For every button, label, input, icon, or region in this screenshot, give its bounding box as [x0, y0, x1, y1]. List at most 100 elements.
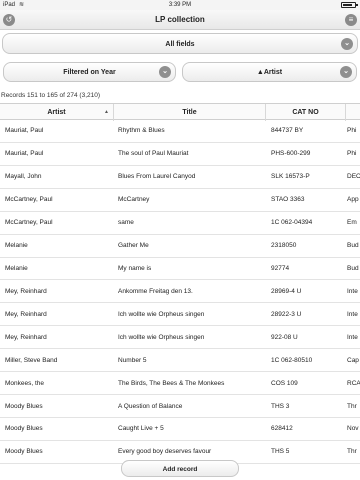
cell-title: Blues From Laurel Canyod	[118, 173, 196, 181]
cell-artist: Mauriat, Paul	[5, 150, 44, 158]
table-header: Artist ▲ Title CAT NO	[0, 103, 360, 121]
cell-cat-no: THS 5	[271, 448, 290, 456]
column-header-cat-no[interactable]: CAT NO	[266, 104, 346, 121]
battery-icon	[341, 2, 358, 8]
cell-cat-no: 28969-4 U	[271, 287, 302, 295]
cell-cat-no: PHS-600-299	[271, 150, 311, 158]
cell-artist: Mayall, John	[5, 173, 42, 181]
cell-artist: Moody Blues	[5, 448, 43, 456]
cell-title: The soul of Paul Mauriat	[118, 150, 189, 158]
table-row[interactable]: Mayall, John Blues From Laurel Canyod SLK …	[0, 166, 360, 189]
cell-cat-no: STAO 3363	[271, 196, 305, 204]
table-row[interactable]: Moody Blues Caught Live + 5 628412 Nov	[0, 418, 360, 441]
column-header-artist[interactable]: Artist ▲	[0, 104, 114, 121]
table-row[interactable]: Mey, Reinhard Ankomme Freitag den 13. 2896…	[0, 280, 360, 304]
cell-cat-no: 92774	[271, 264, 290, 272]
table-row[interactable]: Monkees, the The Birds, The Bees & The Mo…	[0, 372, 360, 396]
cell-title: The Birds, The Bees & The Monkees	[118, 379, 225, 387]
column-header-label: CAT NO	[292, 109, 319, 116]
cell-label: Cap	[347, 356, 359, 364]
cell-cat-no: 28922-3 U	[271, 310, 302, 318]
table-body: Mauriat, Paul Rhythm & Blues 844737 BY Phi M…	[0, 120, 360, 464]
add-record-button[interactable]: Add record	[121, 460, 239, 477]
table-row[interactable]: Mey, Reinhard Ich wollte wie Orpheus sing…	[0, 303, 360, 327]
column-header-label: Artist	[47, 109, 66, 116]
filter-selector[interactable]: Filtered on Year ⌄	[3, 62, 176, 82]
cell-title: same	[118, 219, 134, 227]
search-field-selector[interactable]: All fields ⌄	[2, 33, 358, 54]
cell-label: Inte	[347, 310, 358, 318]
cell-artist: Melanie	[5, 242, 28, 250]
cell-artist: Mey, Reinhard	[5, 310, 47, 318]
cell-label: Phi	[347, 127, 357, 135]
cell-artist: McCartney, Paul	[5, 196, 53, 204]
cell-title: Rhythm & Blues	[118, 127, 165, 135]
nav-bar: ↺ LP collection ≡	[0, 10, 360, 30]
cell-label: App	[347, 196, 359, 204]
table-row[interactable]: Mey, Reinhard Ich wollte wie Orpheus sing…	[0, 326, 360, 350]
table-row[interactable]: Melanie My name is 92774 Bud	[0, 258, 360, 281]
cell-title: Number 5	[118, 356, 147, 364]
cell-title: My name is	[118, 264, 152, 272]
cell-cat-no: 628412	[271, 425, 293, 433]
cell-title: McCartney	[118, 196, 150, 204]
column-header-title[interactable]: Title	[114, 104, 266, 121]
cell-cat-no: 2318050	[271, 242, 297, 250]
table-row[interactable]: Melanie Gather Me 2318050 Bud	[0, 235, 360, 258]
cell-artist: McCartney, Paul	[5, 219, 53, 227]
status-bar: iPad ≋ 3:39 PM	[0, 0, 360, 10]
table-row[interactable]: Mauriat, Paul Rhythm & Blues 844737 BY Phi	[0, 120, 360, 143]
table-row[interactable]: McCartney, Paul McCartney STAO 3363 App	[0, 189, 360, 212]
cell-title: A Question of Balance	[118, 402, 183, 410]
records-table: Artist ▲ Title CAT NO Mauriat, Paul Rhyth…	[0, 103, 360, 464]
table-row[interactable]: Mauriat, Paul The soul of Paul Mauriat PHS…	[0, 143, 360, 166]
chevron-down-icon: ⌄	[341, 37, 353, 50]
cell-cat-no: SLK 16573-P	[271, 173, 310, 181]
cell-label: Thr	[347, 448, 357, 456]
column-header-label-partial[interactable]	[346, 104, 360, 121]
cell-artist: Monkees, the	[5, 379, 45, 387]
cell-artist: Mey, Reinhard	[5, 287, 47, 295]
chevron-down-icon: ⌄	[340, 66, 352, 78]
sort-ascending-icon: ▲	[104, 109, 109, 115]
cell-artist: Mey, Reinhard	[5, 333, 47, 341]
table-row[interactable]: McCartney, Paul same 1C 062-04394 Em	[0, 212, 360, 235]
status-time: 3:39 PM	[168, 2, 192, 8]
cell-title: Ich wollte wie Orpheus singen	[118, 310, 205, 318]
cell-title: Gather Me	[118, 242, 149, 250]
sort-label: ▲Artist	[256, 69, 283, 76]
cell-label: Nov	[347, 425, 359, 433]
cell-title: Ich wollte wie Orpheus singen	[118, 333, 205, 341]
cell-label: DEC	[347, 173, 360, 181]
filter-label: Filtered on Year	[63, 69, 116, 76]
table-row[interactable]: Moody Blues A Question of Balance THS 3 Thr	[0, 395, 360, 418]
cell-title: Caught Live + 5	[118, 425, 164, 433]
cell-cat-no: 1C 062-04394	[271, 219, 313, 227]
chevron-down-icon: ⌄	[159, 66, 171, 78]
cell-label: RCA	[347, 379, 360, 387]
cell-artist: Mauriat, Paul	[5, 127, 44, 135]
cell-label: Phi	[347, 150, 357, 158]
cell-artist: Moody Blues	[5, 402, 43, 410]
cell-label: Inte	[347, 333, 358, 341]
search-field-label: All fields	[165, 41, 195, 48]
cell-label: Em	[347, 219, 357, 227]
records-count: Records 151 to 165 of 274 (3,210)	[1, 92, 101, 99]
cell-cat-no: COS 109	[271, 379, 298, 387]
sort-selector[interactable]: ▲Artist ⌄	[182, 62, 357, 82]
cell-artist: Miller, Steve Band	[5, 356, 58, 364]
cell-cat-no: THS 3	[271, 402, 290, 410]
page-title: LP collection	[155, 15, 205, 24]
cell-title: Ankomme Freitag den 13.	[118, 287, 193, 295]
menu-button[interactable]: ≡	[345, 14, 357, 26]
table-row[interactable]: Miller, Steve Band Number 5 1C 062-80510 Ca…	[0, 349, 360, 373]
cell-artist: Moody Blues	[5, 425, 43, 433]
column-header-label: Title	[182, 109, 197, 116]
cell-label: Bud	[347, 242, 359, 250]
cell-cat-no: 1C 062-80510	[271, 356, 313, 364]
cell-label: Thr	[347, 402, 357, 410]
cell-label: Bud	[347, 264, 359, 272]
cell-artist: Melanie	[5, 264, 28, 272]
menu-icon: ≡	[348, 15, 354, 24]
cell-cat-no: 844737 BY	[271, 127, 304, 135]
